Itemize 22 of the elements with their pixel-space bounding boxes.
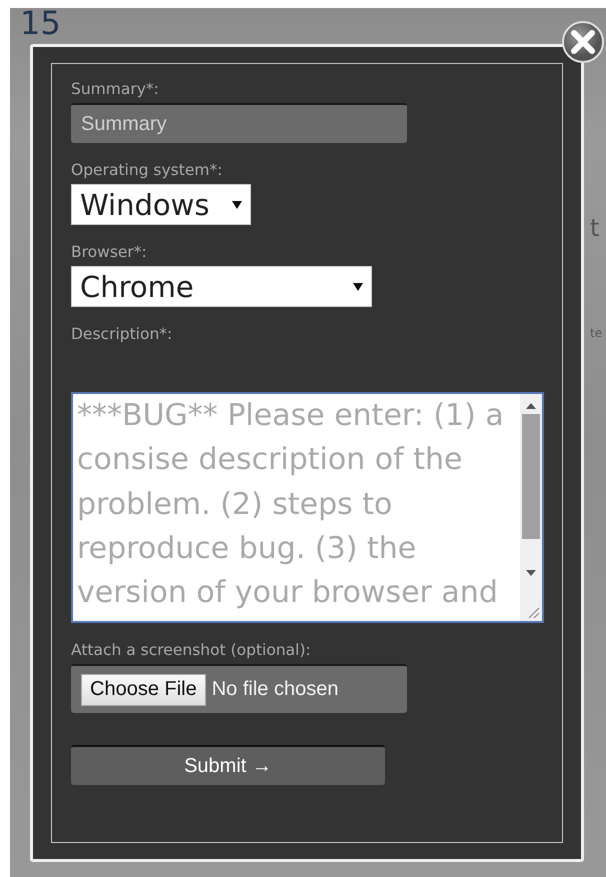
- background-text: t: [590, 214, 600, 242]
- close-icon[interactable]: [561, 20, 605, 64]
- field-label: Attach a screenshot (optional):: [71, 641, 311, 659]
- file-status: No file chosen: [212, 678, 338, 701]
- placeholder-text: ***BUG** Please enter: (1) a consise description of the problem. (2) steps to reproduce bug. (3) the version of your browser and: [76, 397, 505, 612]
- field-label: Summary*:: [71, 80, 159, 98]
- submit-button[interactable]: Submit →: [71, 745, 385, 785]
- file-field[interactable]: Choose File No file chosen: [71, 664, 407, 713]
- field-label: Operating system*:: [71, 161, 222, 179]
- choose-file-button[interactable]: Choose File: [81, 674, 206, 706]
- scroll-down-icon: [526, 569, 536, 577]
- resize-grip-icon[interactable]: [528, 607, 540, 619]
- background-text: 15: [20, 8, 61, 42]
- caret-icon: [232, 200, 242, 210]
- dropdown[interactable]: Chrome: [71, 266, 372, 307]
- caret-icon: [353, 282, 363, 292]
- field-label: Description*:: [71, 325, 172, 343]
- scroll-up-icon: [526, 402, 536, 410]
- field-label: Browser*:: [71, 243, 147, 261]
- dropdown[interactable]: Windows: [71, 184, 251, 225]
- background-text: te: [590, 326, 602, 340]
- scrollbar[interactable]: [520, 394, 542, 621]
